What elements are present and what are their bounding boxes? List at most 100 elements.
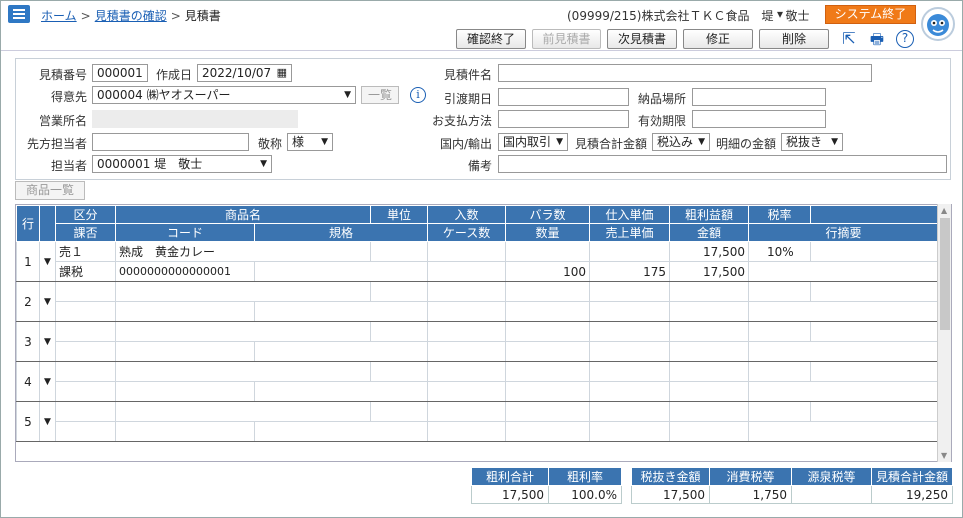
staff-label: 担当者 [50,159,87,173]
row-chevron-down-icon[interactable]: ▼ [39,281,56,322]
delivery-date-field[interactable] [498,88,629,106]
row-number: 3 [16,321,40,362]
col-purchase-price: 仕入単価 [589,205,671,224]
chevron-down-icon: ▼ [556,137,563,147]
contact-person-field[interactable] [92,133,249,151]
delete-button[interactable]: 削除 [759,29,829,49]
quote-no-field[interactable]: 000001 [92,64,148,82]
cell-code[interactable]: 0000000000000001 [115,261,255,282]
subject-field[interactable] [498,64,872,82]
customer-list-button[interactable]: 一覧 [361,86,399,104]
detail-amount-tax-select[interactable]: 税抜き ▼ [781,133,843,151]
table-row[interactable] [17,341,940,362]
breadcrumb-separator: > [170,9,181,23]
honorific-label: 敬称 [257,137,282,151]
cell-sale-price[interactable]: 175 [589,261,671,282]
staff-value: 0000001 堤 敬士 [97,157,203,171]
menu-icon[interactable] [8,5,30,23]
amount-summary: 税抜き金額 消費税等 源泉税等 見積合計金額 17,500 1,750 19,250 [631,467,953,504]
customer-select[interactable]: 000004 ㈱ヤオスーパー ▼ [92,86,356,104]
col-kubun: 区分 [55,205,116,224]
table-row[interactable]: 1 ▼ 売１ 熟成 黄金カレー 17,500 10% [16,241,940,282]
cell-kubun[interactable]: 売１ [55,241,116,262]
info-icon[interactable]: i [410,87,426,103]
staff-select[interactable]: 0000001 堤 敬士 ▼ [92,155,272,173]
prev-quote-button[interactable]: 前見積書 [532,29,601,49]
company-user-label: (09999/215)株式会社ＴＫＣ食品 堤 敬士 [567,9,810,23]
col-code: コード [115,223,255,242]
delivery-place-field[interactable] [692,88,826,106]
calendar-icon[interactable]: ▦ [277,65,287,81]
confirm-end-button[interactable]: 確認終了 [456,29,526,49]
cell-purchase-price[interactable] [589,241,671,262]
delivery-date-label: 引渡期日 [443,92,492,106]
row-chevron-down-icon[interactable]: ▼ [39,321,56,362]
export-icon[interactable]: ⇱ [839,29,859,49]
customer-label: 得意先 [50,90,87,104]
edit-button[interactable]: 修正 [683,29,753,49]
table-row[interactable]: 5 ▼ [16,401,940,442]
quote-total-value: 19,250 [871,485,953,504]
col-blank [810,205,940,224]
payment-method-label: お支払方法 [431,114,492,128]
valid-until-field[interactable] [692,110,826,128]
cell-quantity[interactable]: 100 [505,261,591,282]
table-row[interactable]: 2 ▼ [16,281,940,322]
row-number: 5 [16,401,40,442]
user-menu-chevron-down-icon[interactable]: ▾ [777,7,783,21]
row-chevron-down-icon[interactable]: ▼ [39,361,56,402]
breadcrumb-home[interactable]: ホーム [41,9,77,23]
delivery-place-label: 納品場所 [637,92,686,106]
quote-total-tax-select[interactable]: 税込み ▼ [652,133,710,151]
scroll-down-icon[interactable]: ▼ [941,451,947,460]
gross-rate-value: 100.0% [548,485,622,504]
cell-taxable[interactable]: 課税 [55,261,116,282]
next-quote-button[interactable]: 次見積書 [607,29,677,49]
cell-product-name[interactable]: 熟成 黄金カレー [114,241,372,262]
cell-spec[interactable] [253,261,429,282]
detail-amount-tax-value: 税抜き [786,135,823,149]
row-chevron-down-icon[interactable]: ▼ [39,401,56,442]
col-product-name: 商品名 [114,205,372,224]
created-date-field[interactable]: 2022/10/07 ▦ [197,64,292,82]
cell-unit[interactable] [370,241,429,262]
chevron-down-icon: ▼ [344,90,351,100]
table-row[interactable]: 課税 0000000000000001 100 175 17,500 [17,261,940,282]
breadcrumb: ホーム > 見積書の確認 > 見積書 [41,7,221,24]
scrollbar-thumb[interactable] [940,218,950,330]
table-row[interactable]: 3 ▼ [16,321,940,362]
remarks-field[interactable] [498,155,947,173]
table-row[interactable]: 4 ▼ [16,361,940,402]
col-loose-qty: バラ数 [505,205,591,224]
col-unit: 単位 [370,205,429,224]
col-amount: 金額 [669,223,750,242]
table-row[interactable] [17,301,940,322]
row-chevron-down-icon[interactable]: ▼ [39,241,56,282]
table-row[interactable] [17,421,940,442]
remarks-label: 備考 [467,159,492,173]
scroll-up-icon[interactable]: ▲ [941,206,947,215]
breadcrumb-confirm[interactable]: 見積書の確認 [95,9,167,23]
avatar[interactable] [921,7,955,41]
table-row[interactable] [17,381,940,402]
row-number: 4 [16,361,40,402]
valid-until-label: 有効期限 [637,114,686,128]
system-end-button[interactable]: システム終了 [825,5,916,24]
help-icon[interactable]: ? [896,30,914,48]
consumption-tax-value: 1,750 [709,485,792,504]
product-list-button[interactable]: 商品一覧 [15,181,85,200]
cell-line-note[interactable] [748,261,940,282]
col-gross-profit: 粗利益額 [669,205,750,224]
payment-method-field[interactable] [498,110,629,128]
detail-amount-label: 明細の金額 [715,137,776,151]
honorific-select[interactable]: 様 ▼ [287,133,333,151]
col-row-no: 行 [16,205,40,242]
cell-case-qty[interactable] [427,261,507,282]
domestic-export-select[interactable]: 国内取引 ▼ [498,133,568,151]
cell-loose-qty[interactable] [505,241,591,262]
print-icon[interactable]: 🖶 [867,29,887,49]
cell-blank [810,241,940,262]
cell-tax-rate[interactable]: 10% [748,241,812,262]
cell-pack-qty[interactable] [427,241,507,262]
grid-scrollbar[interactable]: ▲ ▼ [937,204,951,462]
